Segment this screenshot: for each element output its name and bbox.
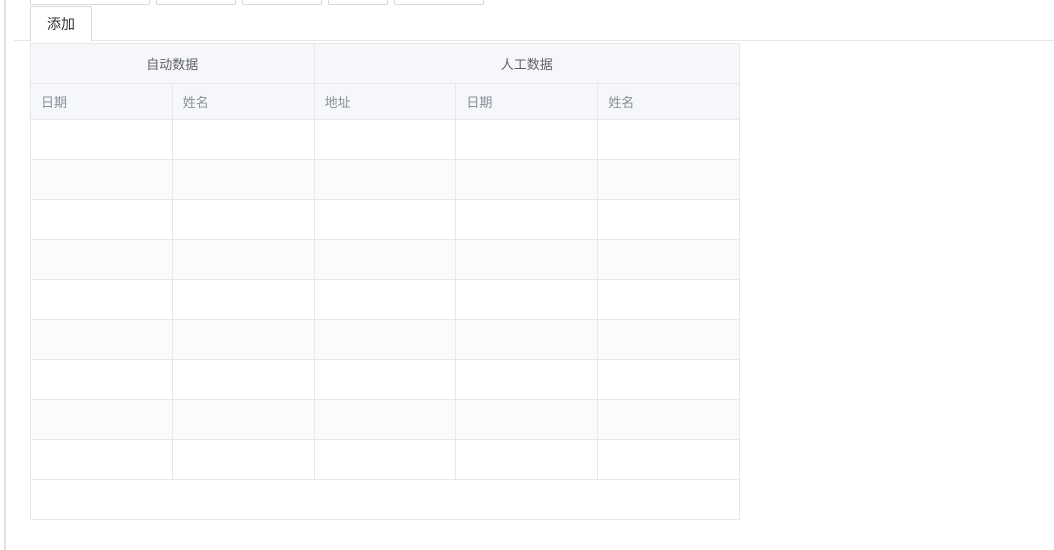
cell[interactable] (31, 280, 173, 320)
table-row (31, 200, 740, 240)
cell[interactable] (31, 320, 173, 360)
cell[interactable] (31, 160, 173, 200)
table-row (31, 400, 740, 440)
cell[interactable] (456, 120, 598, 160)
column-header-row: 日期 姓名 地址 日期 姓名 (31, 84, 740, 120)
cell[interactable] (598, 320, 740, 360)
column-header-name-1: 姓名 (172, 84, 314, 120)
group-header-row: 自动数据 人工数据 (31, 44, 740, 84)
cell[interactable] (598, 240, 740, 280)
data-table: 自动数据 人工数据 日期 姓名 地址 日期 姓名 (30, 43, 740, 520)
cell[interactable] (31, 360, 173, 400)
table-body (31, 120, 740, 520)
cell[interactable] (31, 240, 173, 280)
cell[interactable] (598, 160, 740, 200)
top-controls (14, 0, 1054, 5)
cell[interactable] (314, 200, 456, 240)
top-field-5[interactable] (394, 0, 484, 5)
table-row (31, 360, 740, 400)
tab-bar: 添加 (14, 5, 1054, 41)
cell[interactable] (314, 360, 456, 400)
cell[interactable] (456, 360, 598, 400)
cell[interactable] (172, 120, 314, 160)
tab-add[interactable]: 添加 (30, 6, 92, 42)
cell[interactable] (598, 200, 740, 240)
top-field-3[interactable] (242, 0, 322, 5)
cell[interactable] (31, 200, 173, 240)
cell[interactable] (172, 360, 314, 400)
table-row (31, 160, 740, 200)
table-row (31, 440, 740, 480)
cell[interactable] (456, 240, 598, 280)
cell[interactable] (456, 200, 598, 240)
cell[interactable] (172, 400, 314, 440)
top-field-1[interactable] (30, 0, 150, 5)
cell[interactable] (314, 240, 456, 280)
cell[interactable] (314, 120, 456, 160)
cell[interactable] (314, 280, 456, 320)
column-header-address: 地址 (314, 84, 456, 120)
cell[interactable] (172, 440, 314, 480)
data-table-wrapper: 自动数据 人工数据 日期 姓名 地址 日期 姓名 (30, 43, 740, 520)
cell[interactable] (314, 400, 456, 440)
cell[interactable] (172, 320, 314, 360)
table-row (31, 280, 740, 320)
cell[interactable] (172, 240, 314, 280)
cell[interactable] (31, 440, 173, 480)
cell[interactable] (456, 400, 598, 440)
cell[interactable] (598, 120, 740, 160)
cell[interactable] (456, 280, 598, 320)
cell[interactable] (456, 440, 598, 480)
column-header-name-2: 姓名 (598, 84, 740, 120)
cell[interactable] (172, 160, 314, 200)
cell[interactable] (314, 160, 456, 200)
cell[interactable] (31, 120, 173, 160)
table-footer-row (31, 480, 740, 520)
table-row (31, 120, 740, 160)
cell[interactable] (31, 400, 173, 440)
top-field-4[interactable] (328, 0, 388, 5)
cell[interactable] (456, 320, 598, 360)
column-header-date-2: 日期 (456, 84, 598, 120)
cell[interactable] (172, 280, 314, 320)
column-header-date-1: 日期 (31, 84, 173, 120)
cell[interactable] (598, 440, 740, 480)
cell[interactable] (314, 440, 456, 480)
cell[interactable] (598, 400, 740, 440)
cell[interactable] (172, 200, 314, 240)
left-border (4, 0, 6, 550)
cell[interactable] (456, 160, 598, 200)
cell[interactable] (598, 360, 740, 400)
top-field-2[interactable] (156, 0, 236, 5)
table-footer-cell (31, 480, 740, 520)
table-row (31, 240, 740, 280)
cell[interactable] (598, 280, 740, 320)
cell[interactable] (314, 320, 456, 360)
table-row (31, 320, 740, 360)
group-header-manual: 人工数据 (314, 44, 739, 84)
group-header-auto: 自动数据 (31, 44, 315, 84)
